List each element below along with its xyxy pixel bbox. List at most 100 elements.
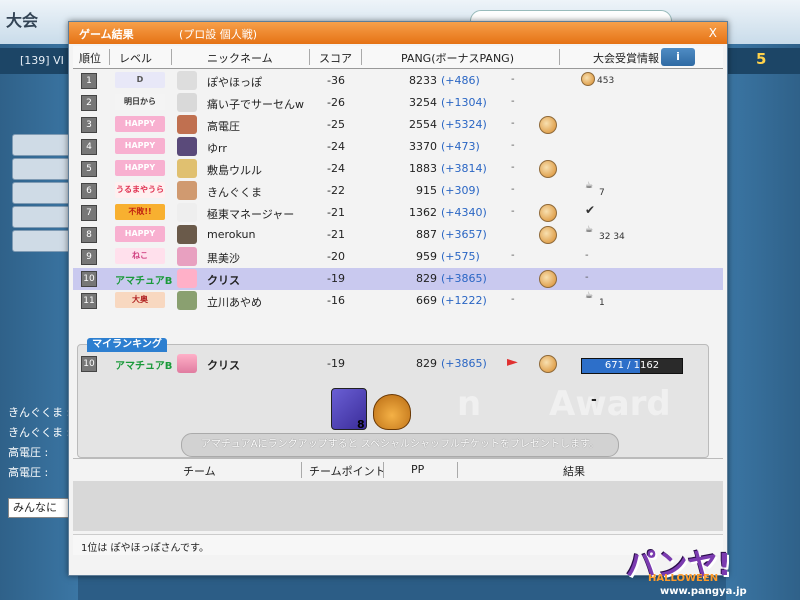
table-row[interactable]: 1 D ぽやほっぽ -36 8233 (+486) -453 xyxy=(73,70,723,92)
pang: 8233 xyxy=(409,74,437,87)
score: -19 xyxy=(327,357,345,370)
rank-badge: 10 xyxy=(81,271,97,287)
table-row[interactable]: 5 HAPPY BIRTHDAY 敷島ウルル -24 1883 (+3814) - xyxy=(73,158,723,180)
nickname: 高電圧 xyxy=(207,120,240,133)
player-slot[interactable] xyxy=(12,206,76,228)
bonus-pang: (+309) xyxy=(441,184,480,197)
header-award-info: 大会受賞情報 xyxy=(593,52,659,65)
nickname: merokun xyxy=(207,228,256,241)
chat-target-select[interactable]: みんなに xyxy=(8,498,70,518)
bonus-pang: (+575) xyxy=(441,250,480,263)
award-dash: - xyxy=(511,250,515,261)
player-slot[interactable] xyxy=(12,182,76,204)
avatar xyxy=(177,247,197,266)
header-result: 結果 xyxy=(563,465,585,478)
team-results-area xyxy=(73,481,723,531)
nickname: 立川あやめ xyxy=(207,296,262,309)
rank-badge: 7 xyxy=(81,205,97,221)
table-row[interactable]: 7 不敗!! 極東マネージャー -21 1362 (+4340) - ✔ xyxy=(73,202,723,224)
pang: 2554 xyxy=(409,118,437,131)
nickname: 痛い子でサーセんw xyxy=(207,98,304,111)
nickname: 極東マネージャー xyxy=(207,208,295,221)
gift-count: 8 xyxy=(357,418,365,431)
close-icon[interactable]: X xyxy=(709,26,717,40)
room-label: [139] VI xyxy=(20,54,64,67)
header-pp: PP xyxy=(411,463,425,476)
award-watermark-partial: n xyxy=(457,384,482,424)
table-row[interactable]: 3 HAPPY BIRTHDAY 高電圧 -25 2554 (+5324) - xyxy=(73,114,723,136)
medal-icon xyxy=(539,204,557,222)
award-dash: - xyxy=(585,272,589,283)
table-row[interactable]: 8HAPPY BIRTHDAYmerokun-21887(+3657)☕32 3… xyxy=(73,224,723,246)
chat-line: きんぐくま : xyxy=(8,426,71,439)
level-badge: HAPPY BIRTHDAY xyxy=(115,226,165,242)
nickname: クリス xyxy=(207,359,240,372)
pang: 1883 xyxy=(409,162,437,175)
header-team-points: チームポイント xyxy=(309,465,386,478)
table-row[interactable]: 4 HAPPY BIRTHDAY ゆrr -24 3370 (+473) - xyxy=(73,136,723,158)
score: -24 xyxy=(327,162,345,175)
award-dash: - xyxy=(511,96,515,107)
logo-sub: HALLOWEEN xyxy=(648,573,719,584)
pang: 959 xyxy=(416,250,437,263)
rank-badge: 1 xyxy=(81,73,97,89)
info-button[interactable]: i xyxy=(661,48,695,66)
app-title: 大会 xyxy=(6,11,39,30)
dialog-title: ゲーム結果 xyxy=(79,28,134,41)
score: -21 xyxy=(327,206,345,219)
header-pang: PANG(ボーナスPANG) xyxy=(401,52,514,65)
pang-bag-icon xyxy=(373,394,411,430)
medal-icon xyxy=(539,270,557,288)
header-level: レベル xyxy=(119,52,152,65)
pang: 829 xyxy=(416,357,437,370)
rank-badge: 4 xyxy=(81,139,97,155)
dialog-title-bar: ゲーム結果 (プロ設 個人戦) X xyxy=(69,22,727,44)
bonus-pang: (+3865) xyxy=(441,272,487,285)
room-count: 5 xyxy=(756,50,767,68)
medal-icon xyxy=(539,355,557,373)
table-row[interactable]: 6 うるまやうら きんぐくま -22 915 (+309) - ☕ 7 xyxy=(73,180,723,202)
dialog-subtitle: (プロ設 個人戦) xyxy=(179,28,258,41)
avatar xyxy=(177,115,197,134)
score: -19 xyxy=(327,272,345,285)
award-dash: - xyxy=(511,118,515,129)
pang: 3370 xyxy=(409,140,437,153)
trophy-icon: ☕ xyxy=(585,225,594,235)
score: -22 xyxy=(327,184,345,197)
rank-badge: 5 xyxy=(81,161,97,177)
nickname: ゆrr xyxy=(207,142,227,155)
bonus-pang: (+473) xyxy=(441,140,480,153)
table-row[interactable]: 10 アマチュアB クリス -19 829 (+3865) - xyxy=(73,268,723,290)
avatar xyxy=(177,225,197,244)
bonus-pang: (+1222) xyxy=(441,294,487,307)
level-label: アマチュアB xyxy=(115,276,173,287)
player-slot[interactable] xyxy=(12,158,76,180)
table-row[interactable]: 2 明日から 痛い子でサーセんw -26 3254 (+1304) - xyxy=(73,92,723,114)
nickname: クリス xyxy=(207,274,240,287)
table-row[interactable]: 11 大奥 立川あやめ -16 669 (+1222) - ☕ 1 xyxy=(73,290,723,312)
right-panel xyxy=(726,44,800,600)
avatar xyxy=(177,181,197,200)
header-nickname: ニックネーム xyxy=(207,52,273,65)
pangya-logo: パンヤ! HALLOWEEN www.pangya.jp xyxy=(616,540,796,597)
pang: 669 xyxy=(416,294,437,307)
player-slot[interactable] xyxy=(12,134,76,156)
pang: 3254 xyxy=(409,96,437,109)
cursor-arrow-icon: ► xyxy=(507,354,518,370)
score: -20 xyxy=(327,250,345,263)
rank-badge: 10 xyxy=(81,356,97,372)
level-badge: HAPPY BIRTHDAY xyxy=(115,116,165,132)
nickname: 敷島ウルル xyxy=(207,164,262,177)
award-dash: - xyxy=(511,74,515,85)
nickname: きんぐくま xyxy=(207,186,262,199)
table-row[interactable]: 9 ねこ 黒美沙 -20 959 (+575) - - xyxy=(73,246,723,268)
level-badge: 明日から xyxy=(115,94,165,110)
pang: 887 xyxy=(416,228,437,241)
bonus-pang: (+3657) xyxy=(441,228,487,241)
status-text: 1位は ぽやほっぽさんです。 xyxy=(81,543,210,554)
avatar xyxy=(177,137,197,156)
avatar xyxy=(177,71,197,90)
header-rank: 順位 xyxy=(79,52,101,65)
level-label: アマチュアB xyxy=(115,361,173,372)
player-slot[interactable] xyxy=(12,230,76,252)
